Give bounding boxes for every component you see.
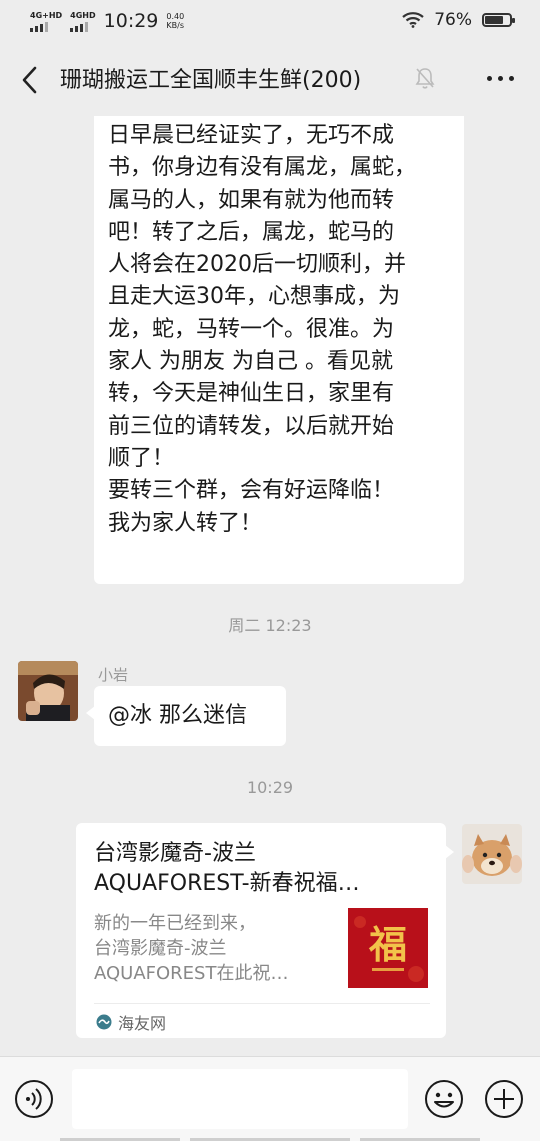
signal-bars-icon xyxy=(70,20,89,32)
reply-message-bubble[interactable]: @冰 那么迷信 xyxy=(86,686,286,746)
forwarded-message-bubble[interactable]: 日早晨已经证实了，无巧不成 书，你身边有没有属龙，属蛇， 属马的人，如果有就为他… xyxy=(94,116,464,584)
message-input[interactable] xyxy=(72,1069,408,1129)
emoji-icon[interactable] xyxy=(424,1079,464,1119)
link-card-desc-line: 台湾影魔奇-波兰 xyxy=(94,938,227,959)
chat-title[interactable]: 珊瑚搬运工全国顺丰生鲜(200) xyxy=(60,62,361,94)
battery-percent: 76% xyxy=(434,10,472,30)
speed-unit: KB/s xyxy=(166,21,185,30)
status-bar: 4G+HD 4GHD 10:29 0.40 KB/s 76% xyxy=(0,0,540,42)
input-bar xyxy=(0,1056,540,1141)
battery-icon xyxy=(482,13,515,27)
network-speed: 0.40 KB/s xyxy=(166,12,184,30)
wifi-icon xyxy=(402,12,424,28)
chat-area[interactable]: 日早晨已经证实了，无巧不成 书，你身边有没有属龙，属蛇， 属马的人，如果有就为他… xyxy=(0,116,540,1056)
plus-icon[interactable] xyxy=(484,1079,524,1119)
sim1-label: 4G+HD xyxy=(30,10,63,20)
link-card-thumbnail: 福 xyxy=(348,908,428,988)
source-name: 海友网 xyxy=(118,1014,167,1033)
sim2-label: 4GHD xyxy=(70,10,96,20)
battery-fill xyxy=(485,16,503,24)
link-card-title-line: AQUAFOREST-新春祝福… xyxy=(94,871,360,896)
voice-icon[interactable] xyxy=(14,1079,54,1119)
thumbnail-fu-char: 福 xyxy=(368,922,407,967)
signal-indicator-2: 4GHD xyxy=(70,10,96,32)
timestamp: 周二 12:23 xyxy=(228,616,312,635)
signal-indicator-1: 4G+HD xyxy=(30,11,62,32)
link-card-desc-line: 新的一年已经到来， xyxy=(94,913,256,934)
timestamp: 10:29 xyxy=(246,778,294,797)
chat-header: 珊瑚搬运工全国顺丰生鲜(200) xyxy=(0,42,540,116)
avatar[interactable] xyxy=(18,661,78,721)
link-card-title-line: 台湾影魔奇-波兰 xyxy=(94,841,256,866)
sender-name: 小岩 xyxy=(98,666,129,684)
more-icon[interactable] xyxy=(487,76,514,81)
link-card[interactable]: 台湾影魔奇-波兰 AQUAFOREST-新春祝福… 新的一年已经到来， 台湾影魔… xyxy=(76,823,454,1038)
link-card-desc-line: AQUAFOREST在此祝… xyxy=(94,963,289,984)
divider xyxy=(94,1003,430,1004)
clock: 10:29 xyxy=(103,10,159,32)
bell-off-icon xyxy=(415,68,435,89)
link-card-title: 台湾影魔奇-波兰 AQUAFOREST-新春祝福… xyxy=(94,839,424,899)
speed-value: 0.40 xyxy=(166,12,185,21)
my-avatar[interactable] xyxy=(462,824,522,884)
link-card-description: 新的一年已经到来， 台湾影魔奇-波兰 AQUAFOREST在此祝… xyxy=(94,911,334,986)
signal-bars-icon xyxy=(30,20,48,32)
source-logo-icon xyxy=(96,1014,112,1030)
back-icon[interactable] xyxy=(18,64,40,96)
link-card-source: 海友网 xyxy=(96,1010,166,1034)
